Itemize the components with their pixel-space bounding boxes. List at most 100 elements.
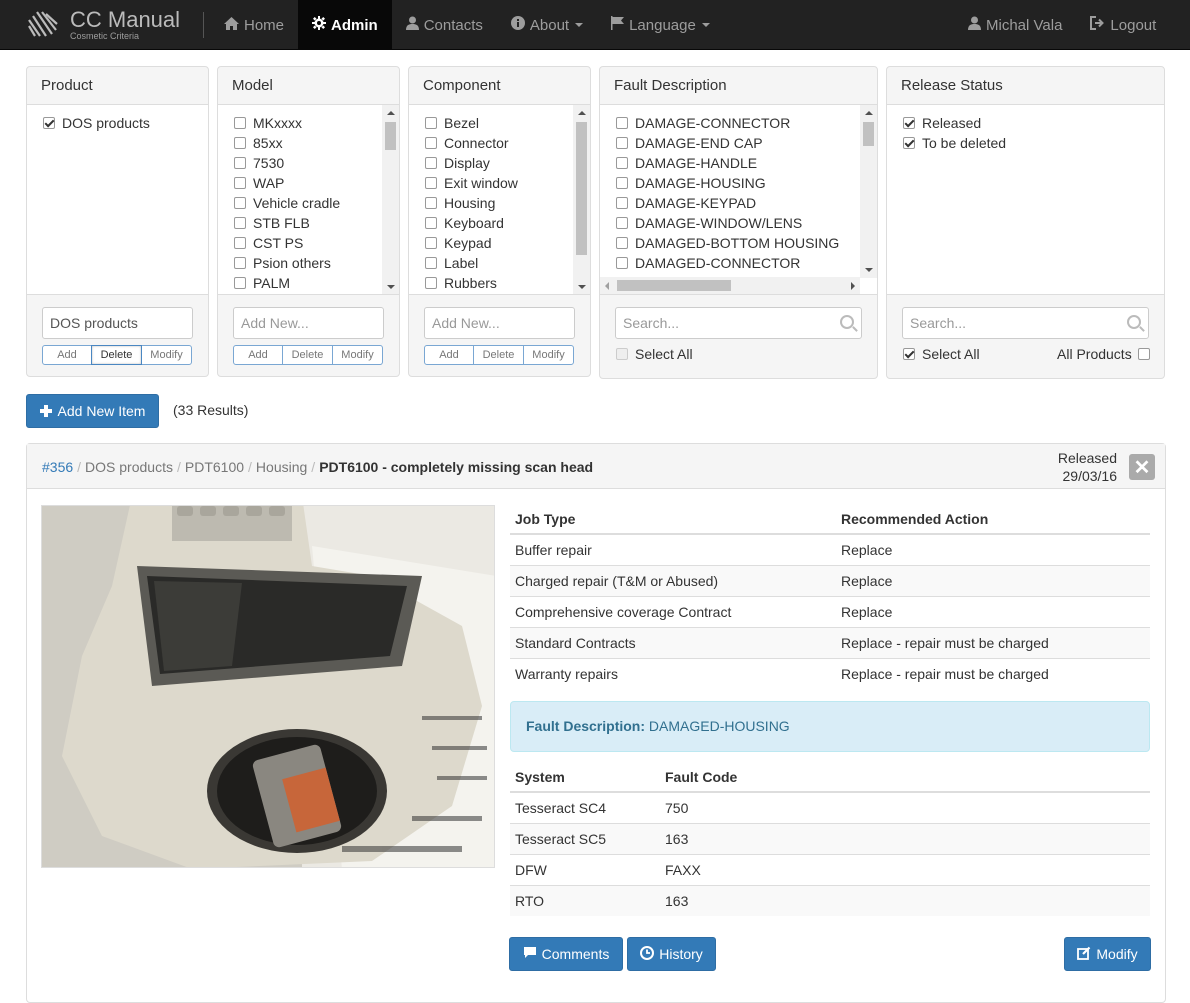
list-item[interactable]: STB FLB [234, 213, 310, 233]
select-all-row[interactable]: Select All [903, 346, 980, 362]
list-item[interactable]: PALM [234, 273, 290, 293]
component-input[interactable] [424, 307, 575, 339]
add-button[interactable]: Add [233, 345, 283, 365]
add-button[interactable]: Add [42, 345, 92, 365]
list-item[interactable]: DAMAGE-HOUSING [616, 173, 766, 193]
horizontal-scrollbar[interactable] [600, 277, 860, 294]
list-item[interactable]: Display [425, 153, 490, 173]
checkbox[interactable] [616, 257, 628, 269]
list-item[interactable]: Bezel [425, 113, 479, 133]
checkbox[interactable] [616, 157, 628, 169]
model-input[interactable] [233, 307, 384, 339]
comments-button[interactable]: Comments [509, 937, 623, 971]
vertical-scrollbar[interactable] [573, 105, 590, 294]
scroll-down-icon[interactable] [387, 285, 395, 289]
checkbox[interactable] [425, 177, 437, 189]
list-item[interactable]: DAMAGE-CONNECTOR [616, 113, 790, 133]
checkbox[interactable] [616, 237, 628, 249]
checkbox[interactable] [616, 177, 628, 189]
delete-button[interactable]: Delete [473, 345, 524, 365]
checkbox[interactable] [425, 237, 437, 249]
list-item[interactable]: CST PS [234, 233, 303, 253]
product-input[interactable] [42, 307, 193, 339]
nav-home[interactable]: Home [210, 0, 298, 50]
close-button[interactable]: ✕ [1129, 454, 1155, 480]
checkbox[interactable] [234, 257, 246, 269]
delete-button[interactable]: Delete [91, 345, 142, 365]
scroll-thumb[interactable] [576, 122, 587, 255]
list-item[interactable]: 85xx [234, 133, 283, 153]
nav-user[interactable]: Michal Vala [954, 0, 1076, 50]
list-item[interactable]: DAMAGE-END CAP [616, 133, 763, 153]
vertical-scrollbar[interactable] [860, 105, 877, 278]
nav-about[interactable]: About [497, 0, 597, 50]
modify-button[interactable]: Modify [332, 345, 383, 365]
list-item[interactable]: Keypad [425, 233, 491, 253]
nav-language[interactable]: Language [597, 0, 724, 50]
list-item[interactable]: Keyboard [425, 213, 504, 233]
brand[interactable]: CC Manual Cosmetic Criteria [26, 6, 180, 44]
delete-button[interactable]: Delete [282, 345, 333, 365]
all-products-row[interactable]: All Products [1057, 346, 1157, 362]
list-item[interactable]: Rubbers [425, 273, 497, 293]
scroll-thumb[interactable] [617, 280, 731, 291]
scroll-up-icon[interactable] [387, 111, 395, 115]
checkbox[interactable] [234, 117, 246, 129]
list-item[interactable]: Psion others [234, 253, 331, 273]
checkbox[interactable] [234, 277, 246, 289]
add-button[interactable]: Add [424, 345, 474, 365]
scroll-up-icon[interactable] [865, 111, 873, 115]
checkbox[interactable] [616, 217, 628, 229]
checkbox[interactable] [616, 117, 628, 129]
select-all-checkbox[interactable] [903, 348, 915, 360]
nav-contacts[interactable]: Contacts [392, 0, 497, 50]
list-item[interactable]: 7530 [234, 153, 284, 173]
checkbox[interactable] [234, 197, 246, 209]
vertical-scrollbar[interactable] [382, 105, 399, 294]
select-all-row[interactable]: Select All [616, 346, 693, 362]
fault-search-input[interactable] [615, 307, 862, 339]
all-products-checkbox[interactable] [1137, 348, 1150, 360]
list-item[interactable]: DAMAGE-KEYPAD [616, 193, 756, 213]
list-item[interactable]: WAP [234, 173, 284, 193]
checkbox[interactable] [234, 157, 246, 169]
list-item[interactable]: DAMAGED-CONNECTOR [616, 253, 800, 273]
checkbox[interactable] [425, 217, 437, 229]
checkbox[interactable] [43, 117, 55, 129]
checkbox[interactable] [903, 137, 915, 149]
scroll-up-icon[interactable] [578, 111, 586, 115]
modify-button[interactable]: Modify [523, 345, 574, 365]
checkbox[interactable] [425, 157, 437, 169]
checkbox[interactable] [425, 277, 437, 289]
scroll-left-icon[interactable] [605, 282, 609, 290]
list-item[interactable]: Connector [425, 133, 509, 153]
checkbox[interactable] [425, 257, 437, 269]
checkbox[interactable] [425, 117, 437, 129]
list-item[interactable]: MKxxxx [234, 113, 302, 133]
checkbox[interactable] [234, 177, 246, 189]
add-new-item-button[interactable]: Add New Item [26, 394, 159, 428]
release-search-input[interactable] [902, 307, 1149, 339]
modify-item-button[interactable]: Modify [1064, 937, 1151, 971]
list-item[interactable]: To be deleted [903, 133, 1006, 153]
checkbox[interactable] [425, 197, 437, 209]
list-item[interactable]: DAMAGE-WINDOW/LENS [616, 213, 802, 233]
list-item[interactable]: Label [425, 253, 478, 273]
checkbox[interactable] [903, 117, 915, 129]
scroll-right-icon[interactable] [851, 282, 855, 290]
scroll-thumb[interactable] [863, 122, 874, 146]
list-item[interactable]: DAMAGED-BOTTOM HOUSING [616, 233, 839, 253]
list-item[interactable]: Housing [425, 193, 495, 213]
modify-button[interactable]: Modify [141, 345, 192, 365]
list-item[interactable]: Released [903, 113, 981, 133]
list-item[interactable]: DAMAGE-HANDLE [616, 153, 757, 173]
nav-logout[interactable]: Logout [1076, 0, 1170, 50]
item-id-link[interactable]: #356 [42, 459, 73, 475]
checkbox[interactable] [616, 137, 628, 149]
checkbox[interactable] [425, 137, 437, 149]
history-button[interactable]: History [627, 937, 716, 971]
scroll-thumb[interactable] [385, 122, 396, 150]
checkbox[interactable] [616, 197, 628, 209]
scroll-down-icon[interactable] [578, 285, 586, 289]
select-all-checkbox[interactable] [616, 348, 628, 360]
